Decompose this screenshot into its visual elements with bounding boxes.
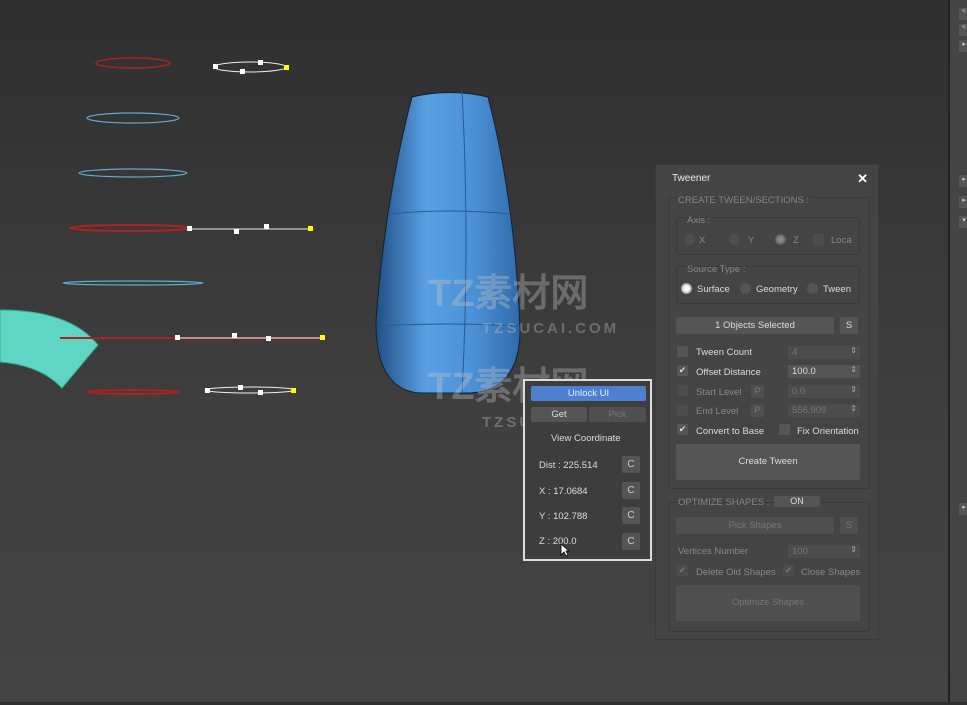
shape-blue-2 — [78, 168, 188, 178]
surface-label: Surface — [697, 284, 730, 295]
start-level-label: Start Level — [696, 387, 742, 398]
source-type-label: Source Type : — [687, 264, 746, 275]
vertices-number-label: Vertices Number — [678, 546, 749, 557]
delete-old-shapes-label: Delete Old Shapes — [696, 567, 776, 578]
z-readout: Z : 200.0 — [539, 536, 577, 547]
axis-x-label: X — [699, 235, 706, 246]
coordinate-panel: Unlock UI Get Pick View Coordinate Dist … — [523, 379, 652, 561]
surface-radio[interactable] — [681, 283, 692, 294]
tween-count-label: Tween Count — [696, 347, 752, 358]
start-level-spinner[interactable]: 0.0 — [788, 385, 860, 398]
axis-label: Axis : — [687, 215, 711, 226]
create-section-label: CREATE TWEEN/SECTIONS : — [678, 195, 810, 206]
unlock-ui-button[interactable]: Unlock UI — [531, 386, 646, 401]
expand-icon[interactable]: ▸ — [959, 175, 967, 187]
get-button[interactable]: Get — [531, 407, 587, 422]
vase-object — [375, 92, 521, 394]
watermark-logo: TZ素材网 — [428, 273, 589, 315]
geometry-radio[interactable] — [740, 283, 751, 294]
vertices-number-spinner[interactable]: 100 — [788, 545, 860, 558]
pick-button[interactable]: Pick — [589, 407, 646, 422]
local-checkbox[interactable] — [813, 234, 824, 245]
copy-y-button[interactable]: C — [622, 507, 640, 524]
convert-to-base-label: Convert to Base — [696, 426, 764, 437]
select-s-button[interactable]: S — [840, 317, 858, 334]
expand-icon[interactable]: ▸ — [959, 503, 967, 515]
dist-readout: Dist : 225.514 — [539, 460, 598, 471]
collapse-icon[interactable]: < — [959, 8, 967, 20]
axis-x-radio[interactable] — [684, 234, 695, 245]
create-tween-button[interactable]: Create Tween — [676, 444, 860, 480]
geometry-label: Geometry — [756, 284, 798, 295]
x-readout: X : 17.0684 — [539, 486, 588, 497]
watermark-url: TZSUCAI.COM — [482, 320, 620, 337]
optimize-section-label: OPTIMIZE SHAPES : — [678, 497, 770, 508]
axis-z-label: Z — [793, 235, 799, 246]
shape-red-3 — [86, 389, 180, 395]
view-coordinate-label: View Coordinate — [551, 433, 621, 444]
start-level-p-button[interactable]: P — [751, 385, 764, 398]
start-level-checkbox[interactable] — [677, 385, 688, 396]
shape-blue-1 — [86, 112, 180, 124]
tween-radio[interactable] — [807, 283, 818, 294]
offset-distance-spinner[interactable]: 100.0 — [788, 365, 860, 378]
objects-selected-button[interactable]: 1 Objects Selected — [676, 317, 834, 334]
command-panel-strip: < < ▸ ▸ ▸ ▾ ▸ — [948, 0, 967, 702]
pick-shapes-s-button[interactable]: S — [840, 517, 858, 534]
shape-white-1 — [213, 61, 287, 73]
end-level-spinner[interactable]: 556.909 — [788, 404, 860, 417]
close-icon[interactable]: ✕ — [857, 171, 868, 187]
axis-z-radio[interactable] — [775, 234, 786, 245]
expand-icon[interactable]: ▾ — [959, 216, 967, 228]
delete-old-shapes-checkbox[interactable]: ✔ — [677, 565, 688, 576]
tween-label: Tween — [823, 284, 851, 295]
copy-z-button[interactable]: C — [622, 533, 640, 550]
fix-orientation-label: Fix Orientation — [797, 426, 859, 437]
y-readout: Y : 102.788 — [539, 511, 588, 522]
axis-y-radio[interactable] — [729, 234, 740, 245]
expand-icon[interactable]: ▸ — [959, 196, 967, 208]
tween-count-spinner[interactable]: 4 — [788, 346, 860, 359]
panel-title[interactable]: Tweener — [656, 165, 878, 191]
teal-arc-object — [0, 309, 99, 389]
shape-blue-3 — [62, 280, 204, 286]
end-level-label: End Level — [696, 406, 739, 417]
axis-y-label: Y — [748, 235, 755, 246]
end-level-checkbox[interactable] — [677, 405, 688, 416]
optimize-on-toggle[interactable]: ON — [774, 496, 820, 507]
copy-x-button[interactable]: C — [622, 482, 640, 499]
tween-count-checkbox[interactable] — [677, 346, 688, 357]
copy-dist-button[interactable]: C — [622, 456, 640, 473]
convert-to-base-checkbox[interactable]: ✔ — [677, 424, 688, 435]
optimize-shapes-button[interactable]: Optimize Shapes — [676, 585, 860, 621]
offset-distance-label: Offset Distance — [696, 367, 761, 378]
close-shapes-checkbox[interactable]: ✔ — [783, 565, 794, 576]
tweener-panel: Tweener ✕ CREATE TWEEN/SECTIONS : Axis :… — [655, 164, 879, 640]
end-level-p-button[interactable]: P — [751, 404, 764, 417]
pick-shapes-button[interactable]: Pick Shapes — [676, 517, 834, 534]
expand-icon[interactable]: ▸ — [959, 40, 967, 52]
shape-red-2 — [69, 224, 191, 232]
shape-red-1 — [95, 57, 171, 69]
close-shapes-label: Close Shapes — [801, 567, 861, 578]
local-label: Loca — [831, 235, 852, 246]
offset-distance-checkbox[interactable]: ✔ — [677, 365, 688, 376]
fix-orientation-checkbox[interactable] — [779, 424, 790, 435]
mouse-cursor-icon — [560, 543, 570, 557]
collapse-icon[interactable]: < — [959, 24, 967, 36]
